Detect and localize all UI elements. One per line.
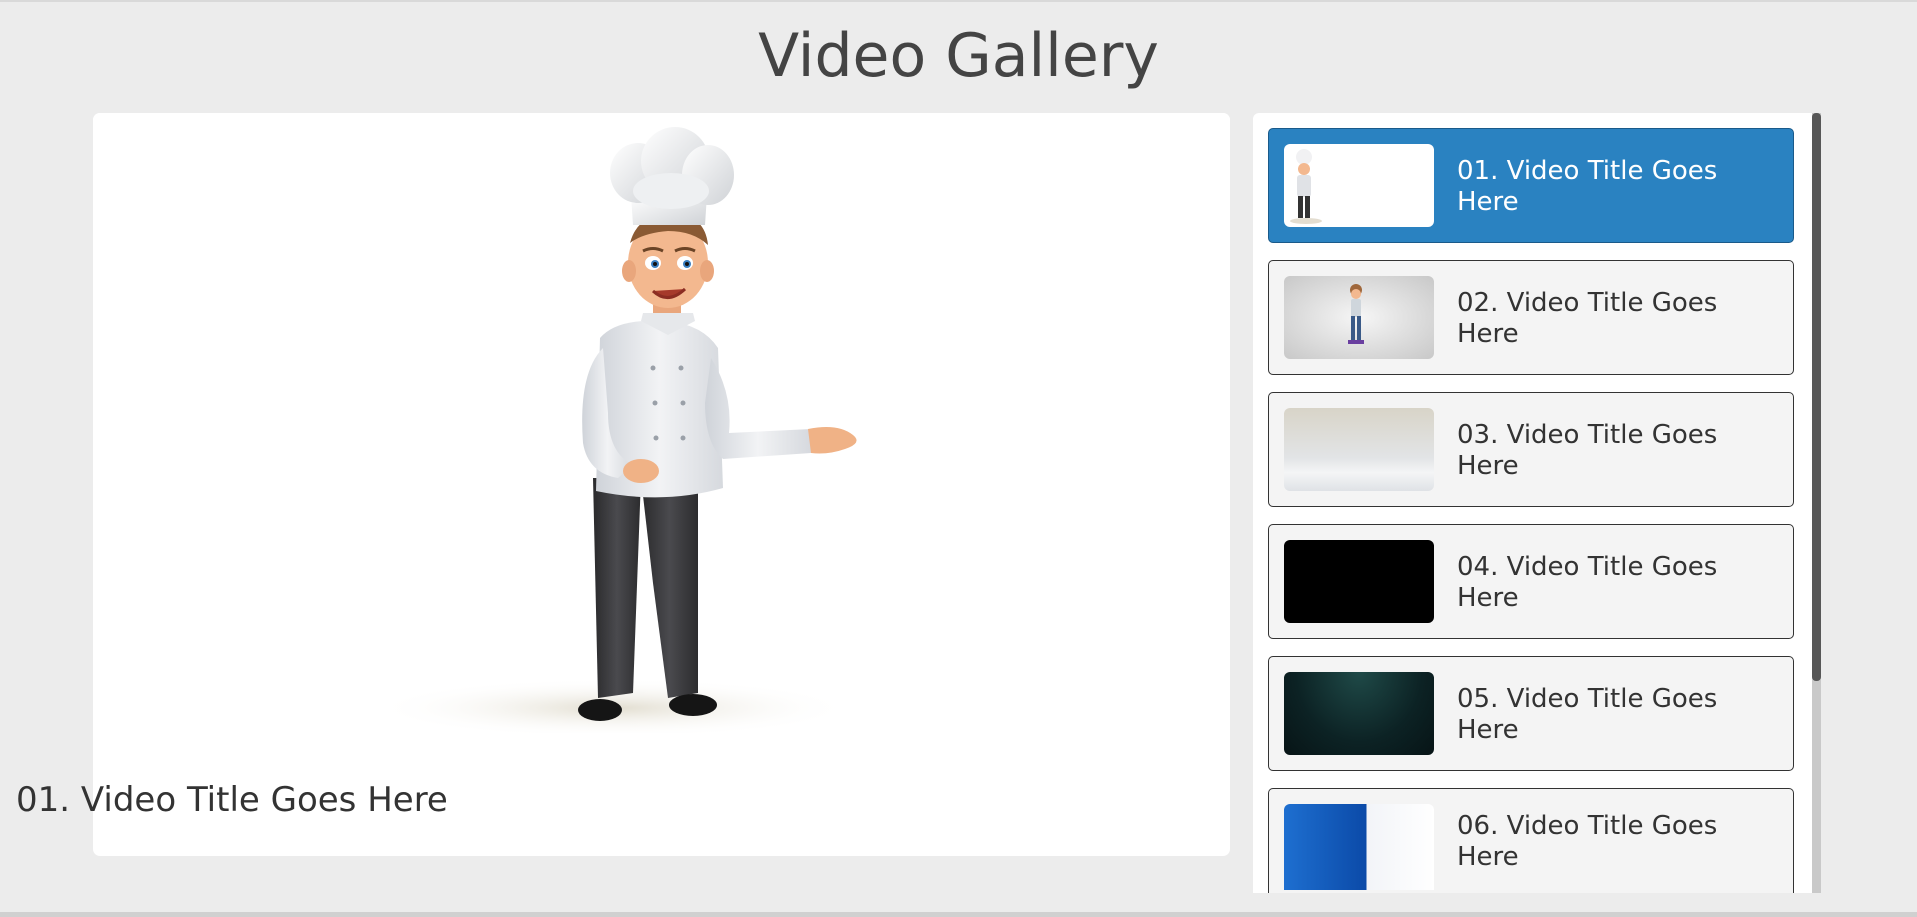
black-screen-thumbnail — [1284, 540, 1434, 623]
top-divider — [0, 0, 1917, 2]
playlist-item[interactable]: 04. Video Title Goes Here — [1268, 524, 1794, 639]
chef-character-image — [373, 127, 857, 738]
video-frame[interactable] — [93, 113, 1230, 738]
bottom-edge — [0, 912, 1917, 917]
playlist-item-label: 04. Video Title Goes Here — [1457, 551, 1718, 613]
playlist-item-label: 02. Video Title Goes Here — [1457, 287, 1718, 349]
blurred-room-thumbnail — [1284, 408, 1434, 491]
playlist-item[interactable]: 06. Video Title Goes Here — [1268, 788, 1794, 893]
playlist-item[interactable]: 02. Video Title Goes Here — [1268, 260, 1794, 375]
blue-panel-thumbnail — [1284, 804, 1434, 890]
dark-teal-light-thumbnail — [1284, 672, 1434, 755]
playlist-item[interactable]: 05. Video Title Goes Here — [1268, 656, 1794, 771]
playlist-item-label: 01. Video Title Goes Here — [1457, 155, 1718, 217]
playlist-item-label: 03. Video Title Goes Here — [1457, 419, 1718, 481]
playlist-scrollbar-thumb[interactable] — [1812, 113, 1821, 681]
playlist-item-label: 06. Video Title Goes Here — [1457, 810, 1718, 872]
boy-walking-thumbnail — [1284, 276, 1434, 359]
chef-walking-thumbnail — [1284, 144, 1434, 227]
playlist-item[interactable]: 03. Video Title Goes Here — [1268, 392, 1794, 507]
page-title: Video Gallery — [758, 21, 1159, 91]
video-player[interactable] — [93, 113, 1230, 856]
current-video-title: 01. Video Title Goes Here — [16, 780, 448, 820]
playlist-item[interactable]: 01. Video Title Goes Here — [1268, 128, 1794, 243]
playlist-item-label: 05. Video Title Goes Here — [1457, 683, 1718, 745]
